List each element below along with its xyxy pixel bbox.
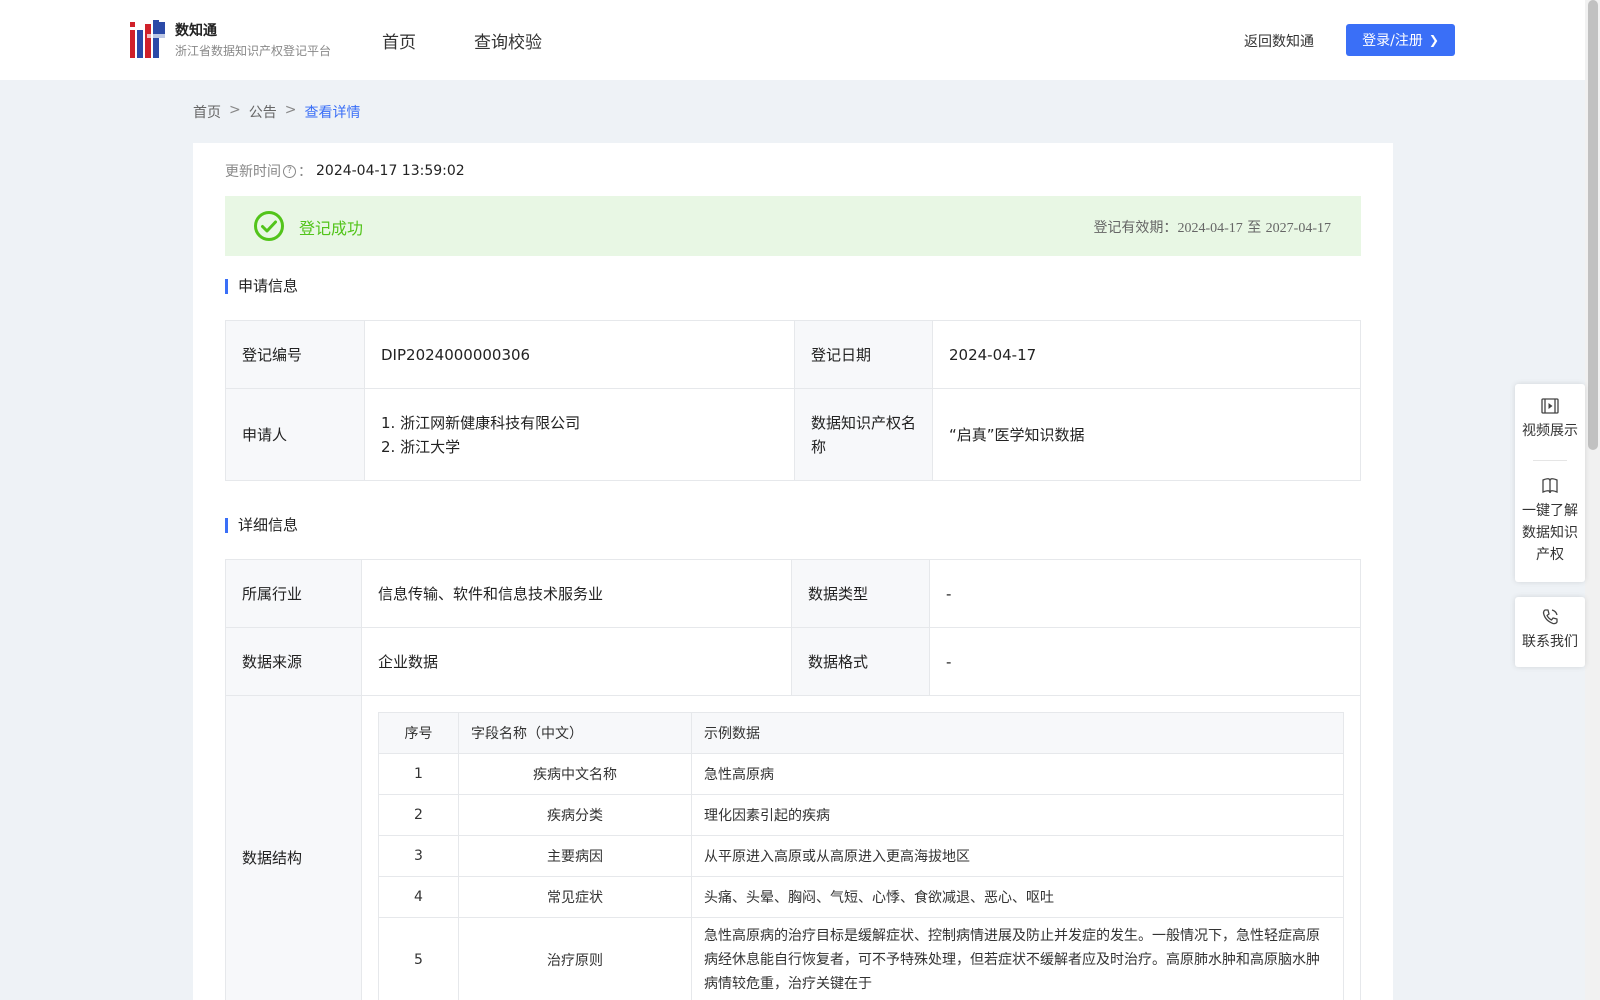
format-label: 数据格式 (791, 627, 930, 696)
structure-row: 4 常见症状 头痛、头晕、胸闷、气短、心悸、食欲减退、恶心、呕吐 (378, 876, 1344, 918)
update-time-value: 2024-04-17 13:59:02 (316, 163, 465, 179)
status-banner: 登记成功 登记有效期：2024-04-17 至 2027-04-17 (225, 196, 1361, 256)
video-showcase-button[interactable]: 视频展示 (1515, 396, 1585, 442)
row-index: 5 (378, 917, 459, 1000)
source-value: 企业数据 (361, 627, 792, 696)
colon: ： (298, 164, 312, 180)
apply-info-table: 登记编号 DIP2024000000306 登记日期 2024-04-17 申请… (225, 320, 1361, 481)
reg-date-value: 2024-04-17 (932, 320, 1361, 389)
data-type-label: 数据类型 (791, 559, 930, 628)
row-field-name: 主要病因 (458, 835, 692, 877)
row-field-name: 疾病中文名称 (458, 753, 692, 795)
update-time-label: 更新时间 (225, 164, 281, 180)
structure-header-row: 序号 字段名称（中文） 示例数据 (378, 712, 1344, 754)
section-title-detail: 详细信息 (225, 518, 298, 533)
validity-to: 至 (1247, 220, 1262, 236)
phone-icon (1542, 609, 1558, 625)
contact-us-button[interactable]: 联系我们 (1515, 607, 1585, 653)
reg-no-label: 登记编号 (225, 320, 365, 389)
structure-cell: 序号 字段名称（中文） 示例数据 1 疾病中文名称 急性高原病 2 疾病分类 理… (361, 695, 1361, 1000)
video-icon (1541, 398, 1559, 414)
detail-info-table: 所属行业 信息传输、软件和信息技术服务业 数据类型 - 数据来源 企业数据 数据… (225, 559, 1361, 1000)
row-example: 理化因素引起的疾病 (691, 794, 1344, 836)
reg-date-label: 登记日期 (794, 320, 933, 389)
applicant-value: 1. 浙江网新健康科技有限公司 2. 浙江大学 (364, 388, 795, 481)
ip-name-value: “启真”医学知识数据 (932, 388, 1361, 481)
update-time-row: 更新时间 ? ： 2024-04-17 13:59:02 (225, 161, 465, 181)
row-index: 4 (378, 876, 459, 918)
row-index: 2 (378, 794, 459, 836)
table-row: 所属行业 信息传输、软件和信息技术服务业 数据类型 - (225, 559, 1361, 628)
login-register-button[interactable]: 登录/注册 ❯ (1346, 24, 1455, 56)
video-showcase-label: 视频展示 (1522, 423, 1578, 439)
top-header: 数知通 浙江省数据知识产权登记平台 首页 查询校验 返回数知通 登录/注册 ❯ (0, 0, 1585, 80)
applicant-2: 2. 浙江大学 (381, 437, 461, 456)
question-icon[interactable]: ? (283, 164, 296, 178)
nav-home[interactable]: 首页 (382, 28, 416, 53)
row-field-name: 治疗原则 (458, 917, 692, 1000)
col-header-index: 序号 (378, 712, 459, 754)
table-row: 数据结构 序号 字段名称（中文） 示例数据 1 疾病中文名称 急性高原病 2 疾… (225, 695, 1361, 1000)
validity-end: 2027-04-17 (1265, 221, 1331, 236)
nav-query-verify[interactable]: 查询校验 (474, 28, 542, 53)
applicant-label: 申请人 (225, 388, 365, 481)
ip-name-label: 数据知识产权名称 (794, 388, 933, 481)
brand-subtitle: 浙江省数据知识产权登记平台 (175, 44, 332, 58)
back-to-shuzhitong-link[interactable]: 返回数知通 (1244, 31, 1314, 51)
row-example: 急性高原病的治疗目标是缓解症状、控制病情进展及防止并发症的发生。一般情况下，急性… (691, 917, 1344, 1000)
section-title-apply: 申请信息 (225, 279, 298, 294)
validity-label: 登记有效期： (1093, 220, 1178, 236)
learn-data-ip-label: 一键了解数据知识产权 (1522, 503, 1578, 563)
structure-row: 1 疾病中文名称 急性高原病 (378, 753, 1344, 795)
float-panel-contact: 联系我们 (1515, 597, 1585, 667)
breadcrumb-separator: > (284, 102, 297, 118)
ip-name-label-text: 数据知识产权名称 (811, 413, 917, 456)
row-example: 从平原进入高原或从高原进入更高海拔地区 (691, 835, 1344, 877)
applicant-1: 1. 浙江网新健康科技有限公司 (381, 413, 581, 432)
breadcrumb-separator: > (229, 102, 241, 118)
row-index: 3 (378, 835, 459, 877)
login-register-label: 登录/注册 (1362, 33, 1423, 49)
format-value: - (929, 627, 1361, 696)
reg-no-value: DIP2024000000306 (364, 320, 795, 389)
industry-label: 所属行业 (225, 559, 362, 628)
structure-row: 5 治疗原则 急性高原病的治疗目标是缓解症状、控制病情进展及防止并发症的发生。一… (378, 917, 1344, 1000)
breadcrumb: 首页 > 公告 > 查看详情 (193, 102, 360, 122)
table-row: 申请人 1. 浙江网新健康科技有限公司 2. 浙江大学 数据知识产权名称 “启真… (225, 388, 1361, 481)
validity-period: 登记有效期：2024-04-17 至 2027-04-17 (1093, 217, 1331, 237)
row-field-name: 常见症状 (458, 876, 692, 918)
structure-row: 3 主要病因 从平原进入高原或从高原进入更高海拔地区 (378, 835, 1344, 877)
row-field-name: 疾病分类 (458, 794, 692, 836)
status-text: 登记成功 (299, 219, 364, 238)
contact-us-label: 联系我们 (1522, 634, 1578, 650)
breadcrumb-home[interactable]: 首页 (193, 102, 221, 122)
chevron-right-icon: ❯ (1428, 33, 1439, 47)
brand-name: 数知通 (175, 23, 217, 39)
row-example: 急性高原病 (691, 753, 1344, 795)
data-type-value: - (929, 559, 1361, 628)
structure-table: 序号 字段名称（中文） 示例数据 1 疾病中文名称 急性高原病 2 疾病分类 理… (378, 712, 1344, 1000)
structure-label: 数据结构 (225, 695, 362, 1000)
col-header-example: 示例数据 (691, 712, 1344, 754)
breadcrumb-current: 查看详情 (304, 105, 361, 121)
structure-row: 2 疾病分类 理化因素引起的疾病 (378, 794, 1344, 836)
learn-data-ip-button[interactable]: 一键了解数据知识产权 (1515, 476, 1585, 566)
breadcrumb-announcement[interactable]: 公告 (249, 102, 277, 122)
book-icon (1542, 478, 1558, 494)
validity-start: 2024-04-17 (1177, 221, 1243, 236)
industry-value: 信息传输、软件和信息技术服务业 (361, 559, 792, 628)
divider (1533, 460, 1567, 461)
logo-icon[interactable] (130, 20, 166, 58)
scrollbar-thumb[interactable] (1588, 0, 1598, 450)
source-label: 数据来源 (225, 627, 362, 696)
detail-card: 更新时间 ? ： 2024-04-17 13:59:02 登记成功 登记有效期：… (193, 143, 1393, 1000)
row-example: 头痛、头晕、胸闷、气短、心悸、食欲减退、恶心、呕吐 (691, 876, 1344, 918)
col-header-field-name: 字段名称（中文） (458, 712, 692, 754)
float-panel-main: 视频展示 一键了解数据知识产权 (1515, 384, 1585, 582)
row-index: 1 (378, 753, 459, 795)
table-row: 数据来源 企业数据 数据格式 - (225, 627, 1361, 696)
check-circle-icon (254, 211, 284, 241)
table-row: 登记编号 DIP2024000000306 登记日期 2024-04-17 (225, 320, 1361, 389)
